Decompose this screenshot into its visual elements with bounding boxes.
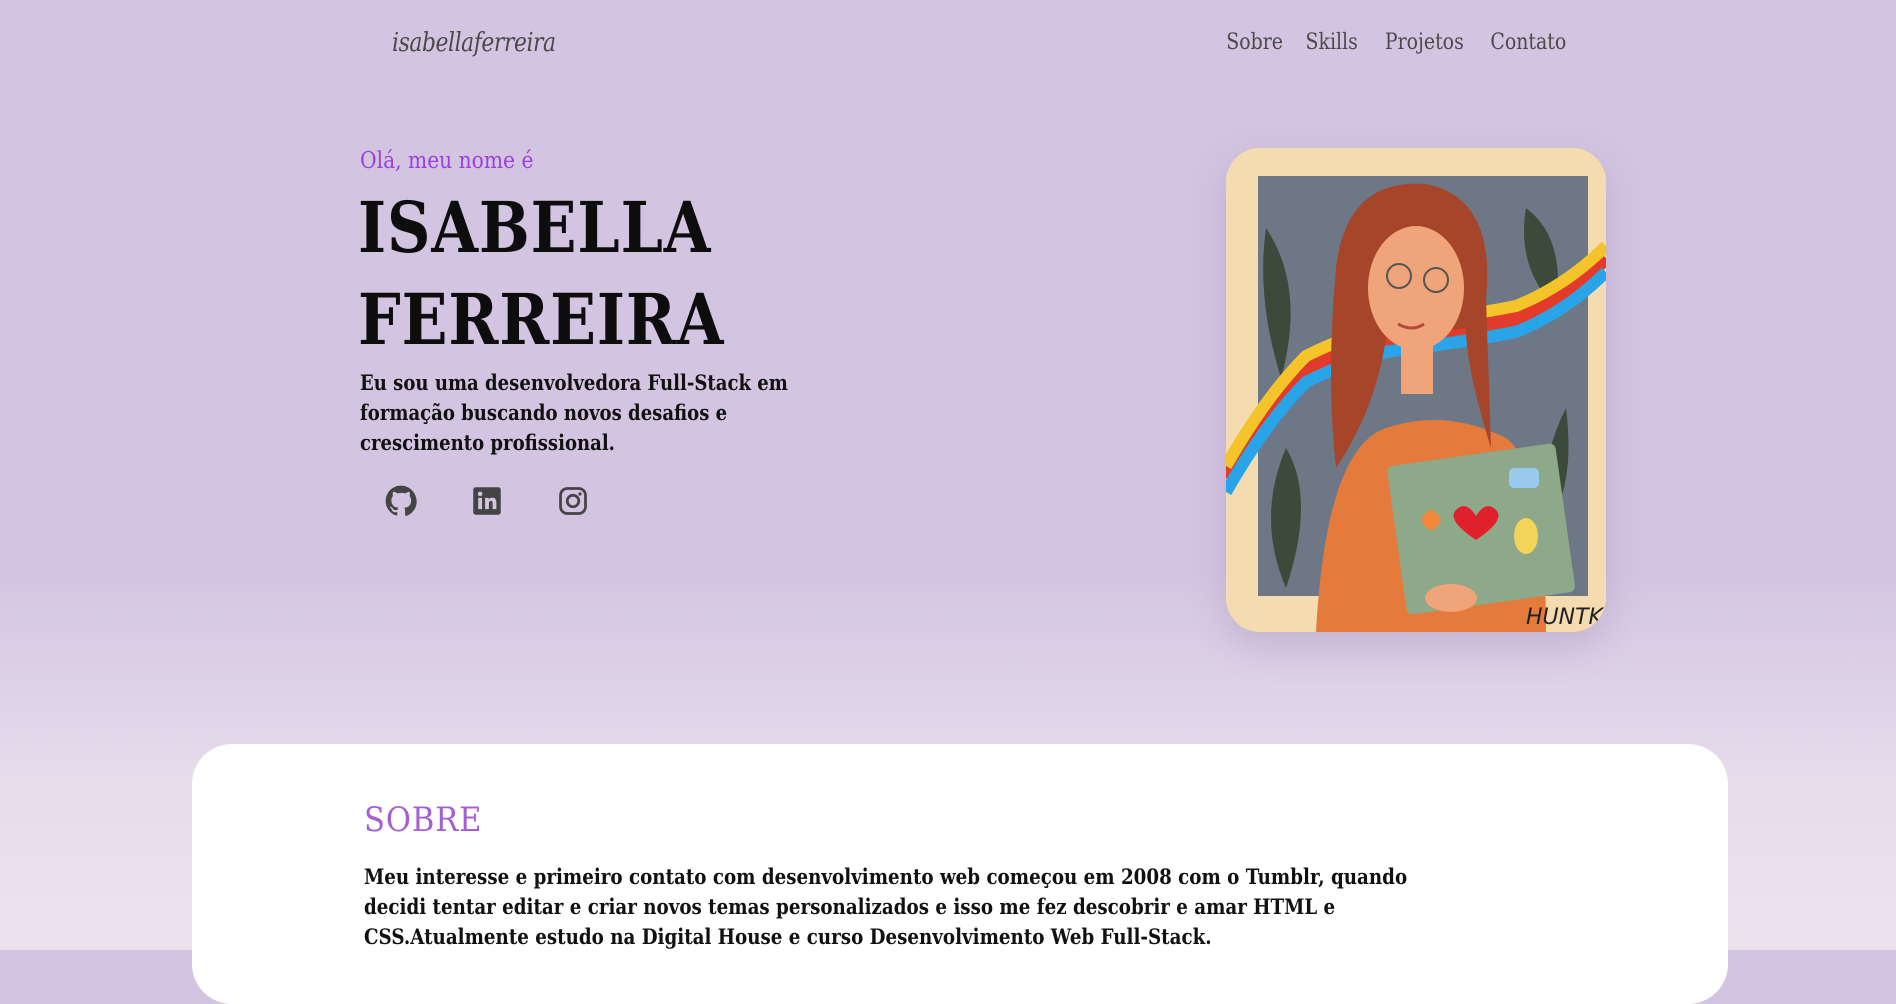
social-links (384, 484, 590, 518)
hero-name-line2: FERREIRA (358, 278, 725, 361)
artist-signature: HUNTK (1526, 605, 1605, 630)
nav-link-contato[interactable]: Contato (1490, 30, 1566, 55)
about-title: SOBRE (364, 800, 483, 840)
hero-greeting: Olá, meu nome é (360, 148, 534, 174)
profile-illustration: HUNTK (1226, 148, 1606, 632)
nav-link-projetos[interactable]: Projetos (1385, 30, 1464, 55)
github-icon[interactable] (384, 484, 418, 518)
hero-name-line1: ISABELLA (358, 186, 712, 269)
nav-link-sobre[interactable]: Sobre (1226, 30, 1283, 55)
laptop (1387, 443, 1575, 615)
linkedin-icon[interactable] (470, 484, 504, 518)
main-nav: Sobre Skills Projetos Contato (1217, 30, 1566, 55)
hero-intro: Eu sou uma desenvolvedora Full-Stack em … (360, 370, 788, 455)
about-text: Meu interesse e primeiro contato com des… (364, 864, 1408, 949)
about-section: SOBRE Meu interesse e primeiro contato c… (192, 744, 1728, 1004)
instagram-icon[interactable] (556, 484, 590, 518)
site-logo[interactable]: isabellaferreira (392, 28, 556, 58)
nav-link-skills[interactable]: Skills (1306, 30, 1358, 55)
hero-name: ISABELLA FERREIRA (358, 182, 724, 366)
